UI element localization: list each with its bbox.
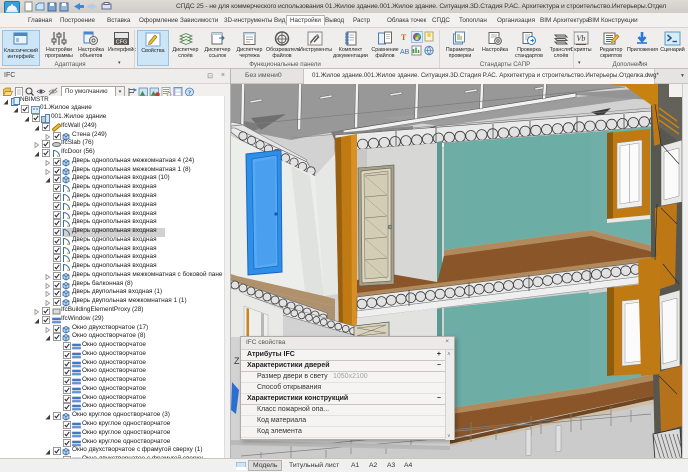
svg-text:CFG: CFG (115, 40, 127, 46)
svg-text:T: T (401, 33, 407, 42)
svg-text:AB: AB (400, 49, 410, 56)
svg-text:Vb: Vb (577, 34, 586, 43)
